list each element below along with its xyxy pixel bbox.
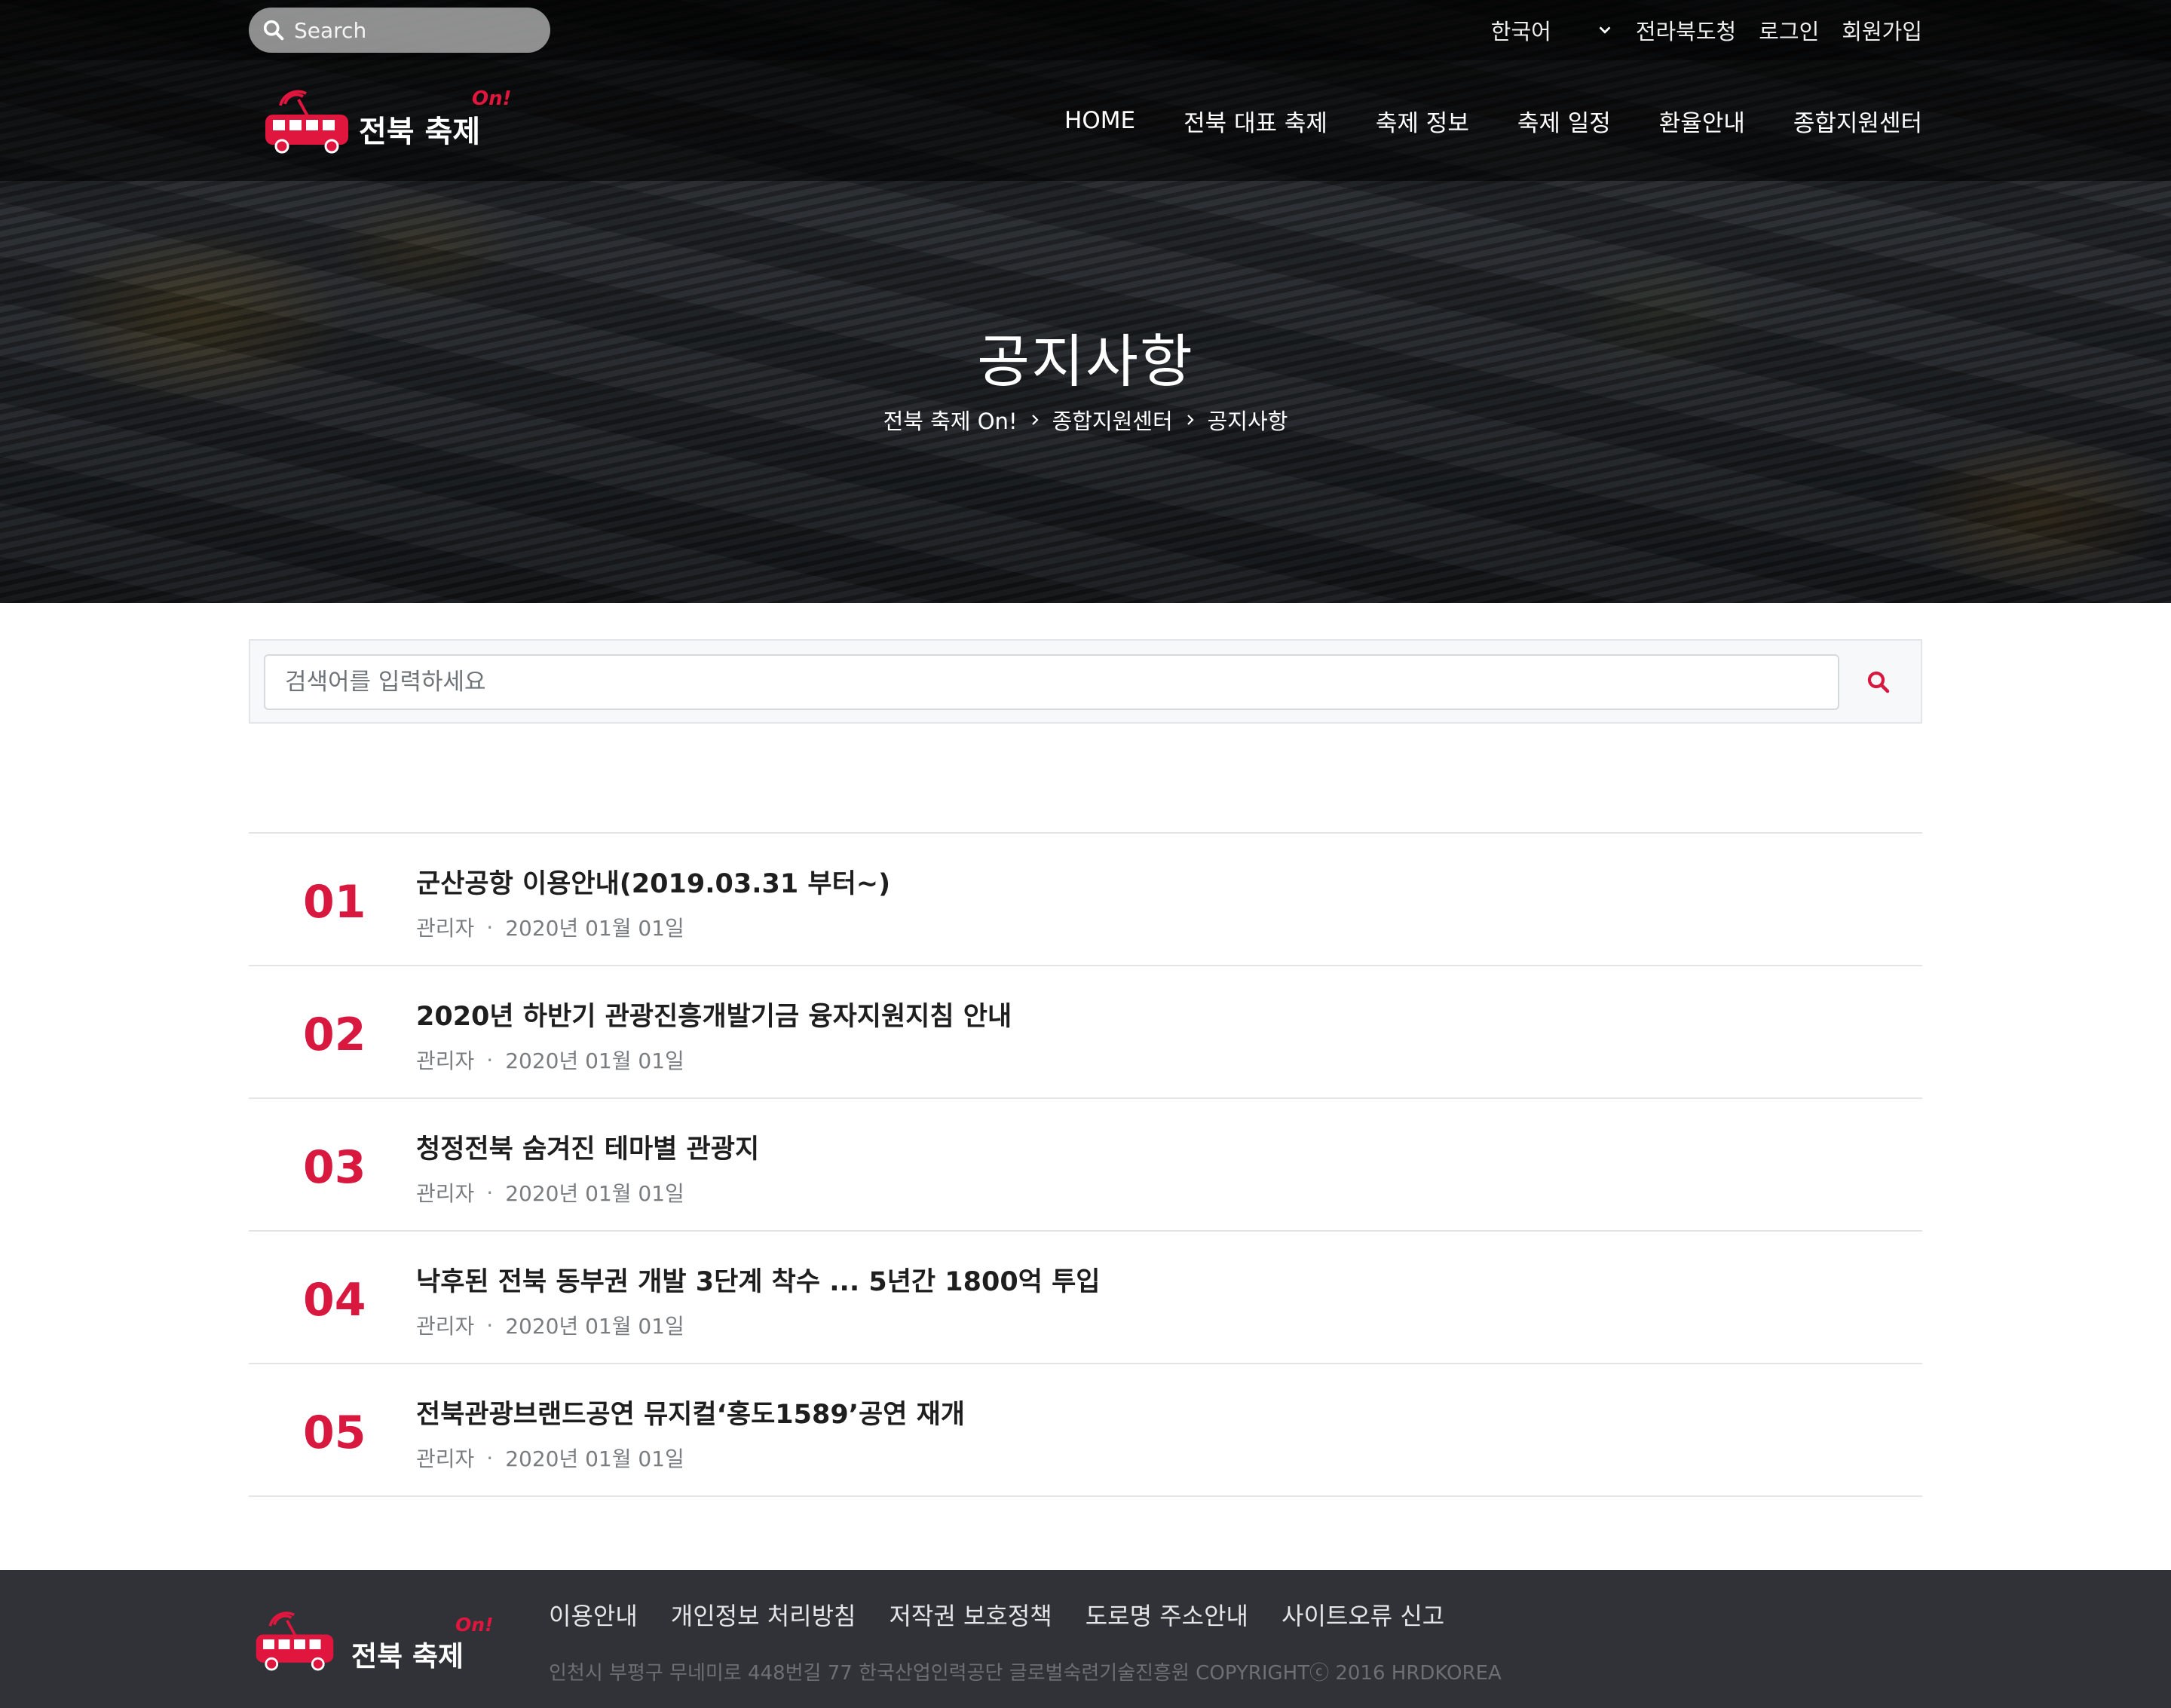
nav-item-support-center[interactable]: 종합지원센터 [1793,104,1922,138]
notice-date: 2020년 01월 01일 [505,1446,684,1471]
notice-meta: 관리자 · 2020년 01월 01일 [416,1045,684,1075]
meta-separator: · [486,914,494,940]
nav-item-featured-festivals[interactable]: 전북 대표 축제 [1183,104,1327,138]
notice-meta: 관리자 · 2020년 01월 01일 [416,1177,684,1208]
notice-number: 01 [303,876,366,929]
breadcrumb-support-center[interactable]: 종합지원센터 [1052,404,1173,436]
board-search-box [249,639,1922,724]
chevron-right-icon [1187,415,1194,425]
notice-date: 2020년 01월 01일 [505,916,684,941]
site-logo[interactable]: 전북 축제 On! [262,81,511,157]
nav-item-festival-info[interactable]: 축제 정보 [1376,104,1469,138]
notice-date: 2020년 01월 01일 [505,1048,684,1073]
top-links: 한국어 전라북도청 로그인 회원가입 [1491,0,1922,60]
logo-text: 전북 축제 [359,115,481,149]
logo-badge: On! [472,87,512,110]
breadcrumb: 전북 축제 On! 종합지원센터 공지사항 [0,404,2171,436]
list-item[interactable]: 04 낙후된 전북 동부권 개발 3단계 착수 ... 5년간 1800억 투입… [249,1232,1922,1364]
footer-links: 이용안내 개인정보 처리방침 저작권 보호정책 도로명 주소안내 사이트오류 신… [549,1597,1444,1632]
notice-list: 01 군산공항 이용안내(2019.03.31 부터~) 관리자 · 2020년… [249,832,1922,1497]
footer-link-copyright-policy[interactable]: 저작권 보호정책 [889,1597,1052,1632]
footer-link-report-error[interactable]: 사이트오류 신고 [1281,1597,1444,1632]
search-icon [1867,671,1890,693]
footer-logo-text: 전북 축제 [351,1640,464,1673]
footer-logo-badge: On! [455,1614,494,1636]
notice-date: 2020년 01월 01일 [505,1181,684,1206]
list-item[interactable]: 05 전북관광브랜드공연 뮤지컬‘홍도1589’공연 재개 관리자 · 2020… [249,1364,1922,1497]
notice-author: 관리자 [416,1314,475,1339]
board-search-input[interactable] [264,654,1839,710]
main-nav: HOME 전북 대표 축제 축제 정보 축제 일정 환율안내 종합지원센터 [1064,60,1922,181]
notice-author: 관리자 [416,1048,475,1073]
meta-separator: · [486,1047,494,1073]
chevron-right-icon [1031,415,1039,425]
footer-link-usage[interactable]: 이용안내 [549,1597,638,1632]
notice-title[interactable]: 청정전북 숨겨진 테마별 관광지 [416,1128,759,1166]
copyright-text: 인천시 부평구 무네미로 448번길 77 한국산업인력공단 글로벌숙련기술진흥… [549,1662,1502,1685]
notice-author: 관리자 [416,1181,475,1206]
board-search-button[interactable] [1850,654,1907,710]
search-icon [263,20,284,41]
footer-link-address[interactable]: 도로명 주소안내 [1086,1597,1248,1632]
language-select[interactable]: 한국어 [1491,14,1613,46]
notice-number: 05 [303,1406,366,1459]
link-jeonbuk-gov[interactable]: 전라북도청 [1636,14,1736,46]
language-label: 한국어 [1490,19,1551,44]
footer: 전북 축제 On! 이용안내 개인정보 처리방침 저작권 보호정책 도로명 주소… [0,1570,2171,1708]
notice-title[interactable]: 군산공항 이용안내(2019.03.31 부터~) [416,862,890,901]
link-signup[interactable]: 회원가입 [1842,14,1922,46]
bus-logo-icon [256,1612,334,1671]
list-item[interactable]: 03 청정전북 숨겨진 테마별 관광지 관리자 · 2020년 01월 01일 [249,1099,1922,1232]
link-login[interactable]: 로그인 [1759,14,1819,46]
notice-date: 2020년 01월 01일 [505,1314,684,1339]
notice-title[interactable]: 전북관광브랜드공연 뮤지컬‘홍도1589’공연 재개 [416,1393,965,1431]
breadcrumb-current: 공지사항 [1207,409,1288,434]
nav-item-home[interactable]: HOME [1064,107,1135,134]
notice-title[interactable]: 2020년 하반기 관광진흥개발기금 융자지원지침 안내 [416,995,1012,1033]
list-item[interactable]: 01 군산공항 이용안내(2019.03.31 부터~) 관리자 · 2020년… [249,834,1922,966]
footer-link-privacy[interactable]: 개인정보 처리방침 [671,1597,856,1632]
notice-meta: 관리자 · 2020년 01월 01일 [416,1310,684,1340]
notice-author: 관리자 [416,1446,475,1471]
notice-meta: 관리자 · 2020년 01월 01일 [416,912,684,942]
footer-logo[interactable]: 전북 축제 On! [253,1603,495,1679]
meta-separator: · [486,1312,494,1338]
chevron-down-icon [1599,26,1611,34]
meta-separator: · [486,1180,494,1205]
notice-number: 03 [303,1141,366,1194]
bus-logo-icon [265,90,348,154]
list-item[interactable]: 02 2020년 하반기 관광진흥개발기금 융자지원지침 안내 관리자 · 20… [249,966,1922,1099]
breadcrumb-home[interactable]: 전북 축제 On! [883,404,1018,436]
notice-meta: 관리자 · 2020년 01월 01일 [416,1443,684,1473]
page-title: 공지사항 [977,328,1194,395]
notice-number: 04 [303,1274,366,1327]
nav-item-exchange-rate[interactable]: 환율안내 [1659,104,1745,138]
hero-banner: Search 한국어 전라북도청 로그인 회원가입 전북 축제 On! HOME… [0,0,2171,603]
notice-title[interactable]: 낙후된 전북 동부권 개발 3단계 착수 ... 5년간 1800억 투입 [416,1260,1100,1299]
nav-item-festival-schedule[interactable]: 축제 일정 [1517,104,1611,138]
notice-author: 관리자 [416,916,475,941]
meta-separator: · [486,1445,494,1471]
notice-number: 02 [303,1009,366,1061]
top-search-input[interactable]: Search [249,8,550,53]
top-search-placeholder: Search [294,17,367,43]
